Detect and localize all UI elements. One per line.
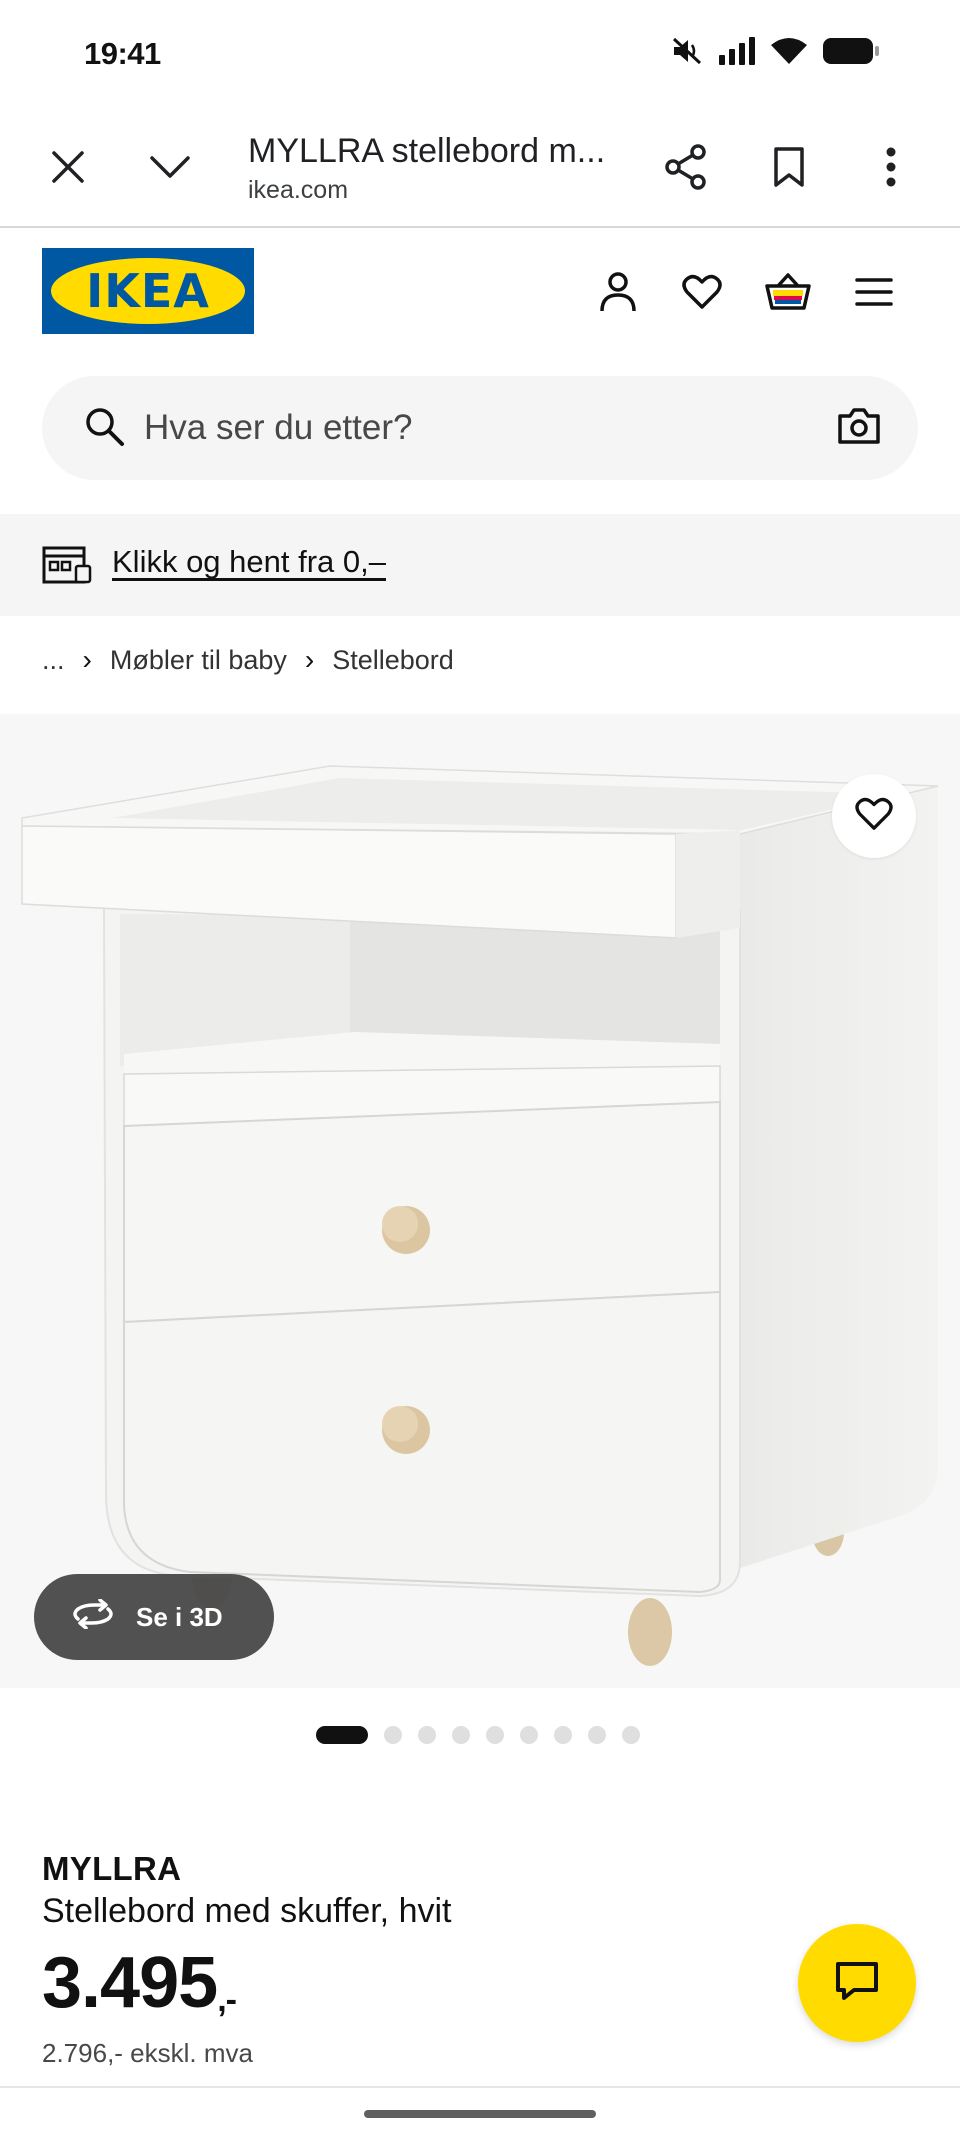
add-to-favourites-button[interactable] xyxy=(832,774,916,858)
carousel-dot-active[interactable] xyxy=(316,1726,368,1744)
account-button[interactable] xyxy=(588,264,648,324)
site-header: IKEA xyxy=(0,228,960,358)
product-price: 3.495,- xyxy=(42,1942,237,2024)
product-brand: MYLLRA xyxy=(42,1850,182,1887)
price-value: 3.495 xyxy=(42,1943,218,2023)
user-icon xyxy=(598,271,638,318)
status-icons xyxy=(670,36,880,71)
carousel-dot[interactable] xyxy=(452,1726,470,1744)
view-in-3d-label: Se i 3D xyxy=(136,1601,223,1632)
signal-icon xyxy=(718,37,756,70)
heart-icon xyxy=(855,797,893,836)
search-icon[interactable] xyxy=(82,404,126,453)
breadcrumb-item-more[interactable]: ... xyxy=(42,645,65,676)
search-bar xyxy=(42,376,918,480)
carousel-dot[interactable] xyxy=(588,1726,606,1744)
basket-icon xyxy=(764,272,812,317)
ikea-logo[interactable]: IKEA xyxy=(42,248,254,334)
breadcrumb-item-changing-tables[interactable]: Stellebord xyxy=(332,645,454,676)
rotate-3d-icon xyxy=(70,1597,116,1636)
more-button[interactable] xyxy=(856,134,926,204)
heart-icon xyxy=(682,274,722,315)
carousel-indicator xyxy=(316,1726,640,1744)
carousel-dot[interactable] xyxy=(622,1726,640,1744)
price-ex-vat: 2.796,- ekskl. mva xyxy=(42,2038,253,2068)
page-title[interactable]: MYLLRA stellebord m... xyxy=(248,132,605,171)
close-icon xyxy=(50,149,86,190)
chat-icon xyxy=(834,1960,880,2007)
carousel-dot[interactable] xyxy=(520,1726,538,1744)
chevron-right-icon: › xyxy=(82,644,92,675)
tab-switcher-button[interactable] xyxy=(135,134,205,204)
mute-icon xyxy=(670,36,704,71)
carousel-dot[interactable] xyxy=(384,1726,402,1744)
product-image[interactable]: Se i 3D xyxy=(0,714,960,1688)
bookmark-button[interactable] xyxy=(754,134,824,204)
divider xyxy=(0,2086,960,2088)
camera-icon[interactable] xyxy=(836,404,882,453)
share-button[interactable] xyxy=(651,134,721,204)
click-collect-link[interactable]: Klikk og hent fra 0,– xyxy=(112,544,386,580)
status-bar: 19:41 xyxy=(0,0,960,110)
more-vert-icon xyxy=(885,147,897,192)
battery-icon xyxy=(822,37,880,70)
chevron-right-icon: › xyxy=(304,644,315,675)
search-input[interactable] xyxy=(144,376,784,480)
chat-button[interactable] xyxy=(798,1924,916,2042)
share-icon xyxy=(664,143,708,195)
store-icon xyxy=(42,544,94,591)
promo-banner: Klikk og hent fra 0,– xyxy=(0,514,960,616)
breadcrumb-item-baby-furniture[interactable]: Møbler til baby xyxy=(110,645,287,676)
browser-bar: MYLLRA stellebord m... ikea.com xyxy=(0,110,960,228)
breadcrumb: ... › Møbler til baby › Stellebord xyxy=(42,644,454,676)
changing-table-illustration xyxy=(21,765,939,1666)
favourites-button[interactable] xyxy=(672,264,732,324)
home-indicator[interactable] xyxy=(364,2110,596,2118)
product-description: Stellebord med skuffer, hvit xyxy=(42,1892,452,1930)
view-in-3d-button[interactable]: Se i 3D xyxy=(34,1574,274,1660)
carousel-dot[interactable] xyxy=(418,1726,436,1744)
page-domain[interactable]: ikea.com xyxy=(248,176,348,205)
price-suffix: ,- xyxy=(217,1981,237,2019)
close-button[interactable] xyxy=(33,134,103,204)
carousel-dot[interactable] xyxy=(554,1726,572,1744)
logo-text: IKEA xyxy=(86,264,210,318)
bookmark-icon xyxy=(772,146,806,193)
wifi-icon xyxy=(770,37,808,70)
carousel-dot[interactable] xyxy=(486,1726,504,1744)
chevron-down-icon xyxy=(149,154,191,185)
menu-button[interactable] xyxy=(844,264,904,324)
status-time: 19:41 xyxy=(84,36,161,71)
basket-button[interactable] xyxy=(758,264,818,324)
menu-icon xyxy=(855,277,893,312)
